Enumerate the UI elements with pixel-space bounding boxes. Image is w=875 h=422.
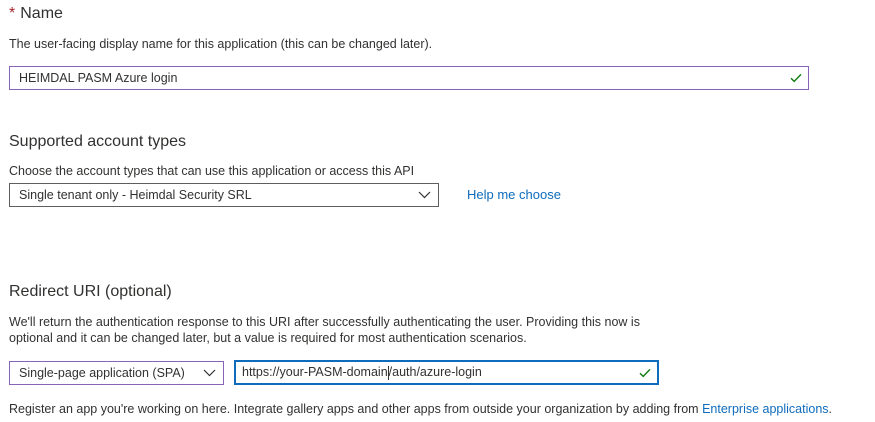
name-label: Name <box>20 5 63 22</box>
redirect-uri-value: https://your-PASM-domain/auth/azure-logi… <box>242 365 633 380</box>
help-me-choose-link[interactable]: Help me choose <box>467 186 561 204</box>
redirect-uri-input[interactable]: https://your-PASM-domain/auth/azure-logi… <box>234 360 659 385</box>
platform-dropdown[interactable]: Single-page application (SPA) <box>9 361 224 385</box>
required-marker: * <box>9 5 16 22</box>
name-input-value: HEIMDAL PASM Azure login <box>19 71 178 85</box>
platform-selected: Single-page application (SPA) <box>19 366 185 380</box>
footer-period: . <box>828 402 833 416</box>
account-types-title: Supported account types <box>9 133 187 150</box>
redirect-uri-title: Redirect URI (optional) <box>9 283 172 300</box>
chevron-down-icon <box>410 184 438 206</box>
footer-text: Register an app you're working on here. … <box>9 400 832 418</box>
enterprise-applications-link[interactable]: Enterprise applications <box>702 402 828 416</box>
redirect-uri-description-line2: optional and it can be changed later, bu… <box>9 331 527 345</box>
checkmark-icon <box>784 67 808 89</box>
name-section-title: * Name <box>9 5 63 23</box>
name-input[interactable]: HEIMDAL PASM Azure login <box>9 66 809 90</box>
redirect-uri-value-end: /auth/azure-login <box>388 365 482 380</box>
redirect-uri-value-start: https://your-PASM-domain <box>242 365 388 380</box>
checkmark-icon <box>633 362 657 384</box>
account-types-description: Choose the account types that can use th… <box>9 164 415 178</box>
footer-description: Register an app you're working on here. … <box>9 402 703 416</box>
account-types-selected: Single tenant only - Heimdal Security SR… <box>19 188 252 202</box>
chevron-down-icon <box>195 362 223 384</box>
name-description: The user-facing display name for this ap… <box>9 37 433 51</box>
account-types-dropdown[interactable]: Single tenant only - Heimdal Security SR… <box>9 183 439 207</box>
